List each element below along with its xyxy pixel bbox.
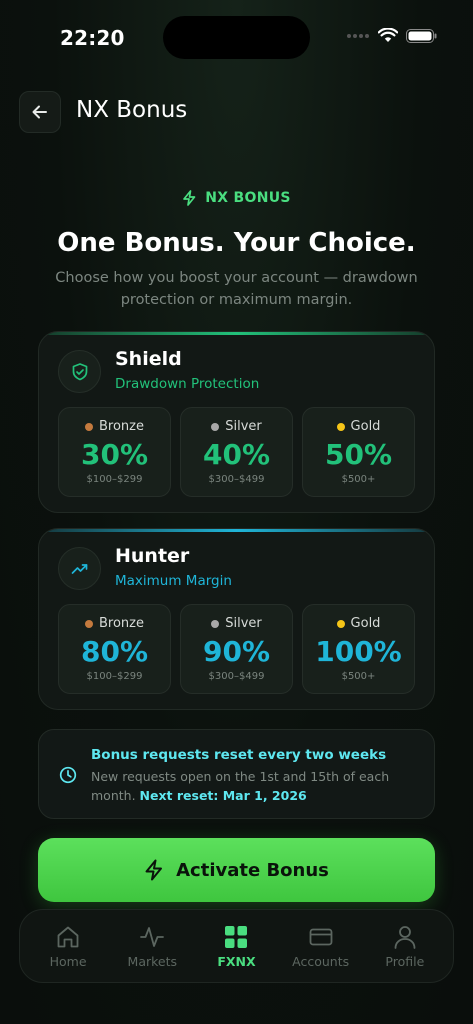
bolt-icon [145, 859, 163, 881]
card-accent-line [39, 332, 434, 335]
tier-range: $100–$299 [86, 671, 143, 682]
plan-card-shield[interactable]: Shield Drawdown Protection Bronze 30% $1… [38, 331, 435, 513]
status-icons [346, 28, 437, 43]
tier-label-text: Gold [350, 419, 381, 434]
tier-percentage: 80% [80, 635, 149, 668]
tier-range: $500+ [341, 671, 376, 682]
user-icon [394, 925, 416, 949]
tier-label-text: Silver [225, 616, 262, 631]
activate-bonus-label: Activate Bonus [176, 859, 329, 881]
arrow-left-icon [32, 105, 47, 119]
plan-card-hunter[interactable]: Hunter Maximum Margin Bronze 80% $100–$2… [38, 528, 435, 710]
grid-icon [225, 925, 248, 948]
bottom-tab-bar: Home Markets FXNX Accounts Profile [19, 909, 454, 983]
tier-label: Gold [303, 616, 414, 631]
reset-info-box: Bonus requests reset every two weeks New… [38, 729, 435, 819]
tier-shield-gold[interactable]: Gold 50% $500+ [302, 407, 415, 497]
tab-label: Accounts [292, 953, 350, 969]
wifi-icon [378, 28, 398, 42]
tier-range: $300–$499 [208, 474, 265, 485]
tier-hunter-gold[interactable]: Gold 100% $500+ [302, 604, 415, 694]
tab-markets[interactable]: Markets [112, 924, 192, 969]
activity-icon [140, 926, 165, 947]
tier-label-text: Gold [350, 616, 381, 631]
hero-eyebrow-text: NX BONUS [205, 190, 291, 206]
tier-label-text: Bronze [99, 419, 144, 434]
card-accent-line [39, 529, 434, 532]
plan-subtitle: Drawdown Protection [115, 376, 260, 392]
tier-shield-bronze[interactable]: Bronze 30% $100–$299 [58, 407, 171, 497]
tier-range: $300–$499 [208, 671, 265, 682]
silver-dot [211, 422, 220, 431]
tab-accounts[interactable]: Accounts [281, 924, 361, 969]
bronze-dot [85, 619, 93, 628]
tier-label: Silver [181, 616, 292, 631]
activate-bonus-button[interactable]: Activate Bonus [38, 838, 435, 902]
tier-percentage: 50% [324, 438, 393, 471]
status-time: 22:20 [60, 26, 125, 50]
trending-up-icon [71, 563, 87, 574]
tier-percentage: 40% [202, 438, 271, 471]
plan-name: Shield [115, 348, 182, 370]
bronze-dot [85, 422, 93, 431]
shield-check-icon [72, 362, 87, 380]
gold-dot [336, 619, 345, 628]
battery-icon [406, 28, 437, 43]
tier-range: $500+ [341, 474, 376, 485]
tier-label: Bronze [59, 419, 170, 434]
card-icon-circle [58, 350, 101, 393]
tab-label: Markets [127, 953, 178, 969]
tier-label: Silver [181, 419, 292, 434]
tier-percentage: 100% [315, 635, 402, 668]
info-text: New requests open on the 1st and 15th of… [91, 767, 411, 805]
card-icon [309, 928, 333, 945]
info-title: Bonus requests reset every two weeks [91, 747, 387, 763]
tier-label: Bronze [59, 616, 170, 631]
tab-home[interactable]: Home [28, 924, 108, 969]
card-icon-circle [58, 547, 101, 590]
hero-title: One Bonus. Your Choice. [57, 228, 416, 258]
tier-label: Gold [303, 419, 414, 434]
gold-dot [336, 422, 345, 431]
tier-percentage: 90% [202, 635, 271, 668]
bolt-icon [183, 190, 196, 206]
signal-icon [347, 33, 369, 38]
dynamic-island [163, 16, 310, 59]
back-button[interactable] [19, 91, 61, 133]
plan-subtitle: Maximum Margin [115, 573, 232, 589]
tier-hunter-bronze[interactable]: Bronze 80% $100–$299 [58, 604, 171, 694]
page-title: NX Bonus [76, 97, 188, 123]
tier-label-text: Bronze [99, 616, 144, 631]
next-reset-date: Next reset: Mar 1, 2026 [139, 788, 307, 803]
tab-label: Profile [385, 953, 425, 969]
silver-dot [211, 619, 220, 628]
hero-subtitle: Choose how you boost your account — draw… [55, 270, 418, 308]
clock-icon [59, 766, 77, 784]
home-icon [57, 926, 79, 947]
tier-hunter-silver[interactable]: Silver 90% $300–$499 [180, 604, 293, 694]
tier-label-text: Silver [225, 419, 262, 434]
tab-profile[interactable]: Profile [365, 924, 445, 969]
tier-shield-silver[interactable]: Silver 40% $300–$499 [180, 407, 293, 497]
hero-eyebrow: NX BONUS [0, 190, 473, 206]
tier-percentage: 30% [80, 438, 149, 471]
tab-label: Home [49, 953, 87, 969]
tier-range: $100–$299 [86, 474, 143, 485]
tab-fxnx[interactable]: FXNX [196, 924, 276, 969]
tab-label: FXNX [217, 953, 256, 969]
plan-name: Hunter [115, 545, 190, 567]
